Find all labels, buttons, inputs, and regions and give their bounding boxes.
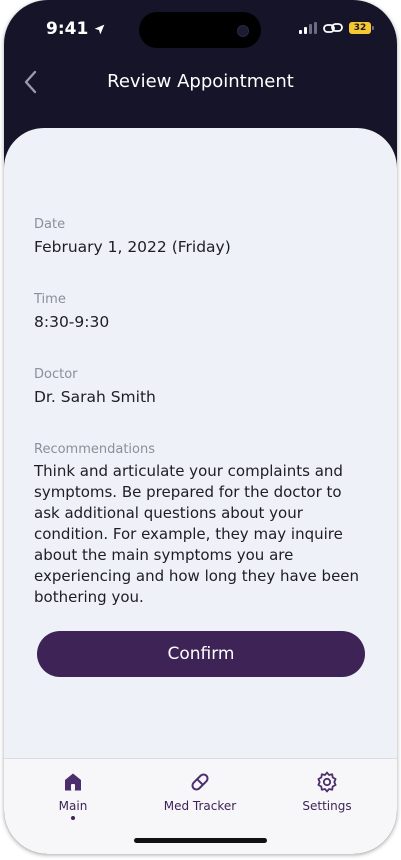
doctor-value: Dr. Sarah Smith (34, 388, 156, 406)
doctor-field: Doctor Dr. Sarah Smith (34, 367, 367, 406)
tab-main-label: Main (58, 799, 88, 813)
pill-icon (191, 773, 209, 791)
confirm-button[interactable]: Confirm (37, 631, 365, 677)
status-icons: 32 (299, 21, 374, 35)
status-time-text: 9:41 (46, 19, 89, 39)
gear-icon (317, 771, 337, 793)
link-icon (323, 23, 343, 33)
signal-icon (299, 22, 317, 34)
appointment-sheet: Date February 1, 2022 (Friday) Time 8:30… (4, 128, 397, 768)
tab-med-tracker[interactable]: Med Tracker (145, 769, 255, 813)
phone-screen: 9:41 32 Review Appointment Date February… (4, 0, 397, 854)
recommendations-text: Think and articulate your complaints and… (34, 462, 360, 606)
date-label: Date (34, 217, 66, 232)
recommendations-field: Recommendations Think and articulate you… (34, 442, 367, 608)
recommendations-label: Recommendations (34, 442, 156, 457)
page-title: Review Appointment (107, 71, 294, 92)
battery-icon: 32 (349, 22, 374, 34)
doctor-label: Doctor (34, 367, 78, 382)
home-icon (65, 773, 81, 791)
time-label: Time (34, 292, 66, 307)
tab-main[interactable]: Main (18, 769, 128, 820)
location-arrow-icon (94, 24, 105, 34)
battery-level: 32 (353, 23, 367, 33)
date-value: February 1, 2022 (Friday) (34, 238, 231, 256)
dynamic-island (139, 12, 261, 48)
tab-med-tracker-label: Med Tracker (163, 799, 237, 813)
camera-dot (237, 25, 249, 37)
tab-settings-label: Settings (302, 799, 352, 813)
active-tab-indicator (71, 816, 75, 820)
date-field: Date February 1, 2022 (Friday) (34, 217, 367, 256)
status-time: 9:41 (46, 19, 106, 39)
tab-settings[interactable]: Settings (272, 769, 382, 813)
time-field: Time 8:30-9:30 (34, 292, 367, 331)
time-value: 8:30-9:30 (34, 313, 110, 331)
home-indicator (134, 838, 267, 843)
